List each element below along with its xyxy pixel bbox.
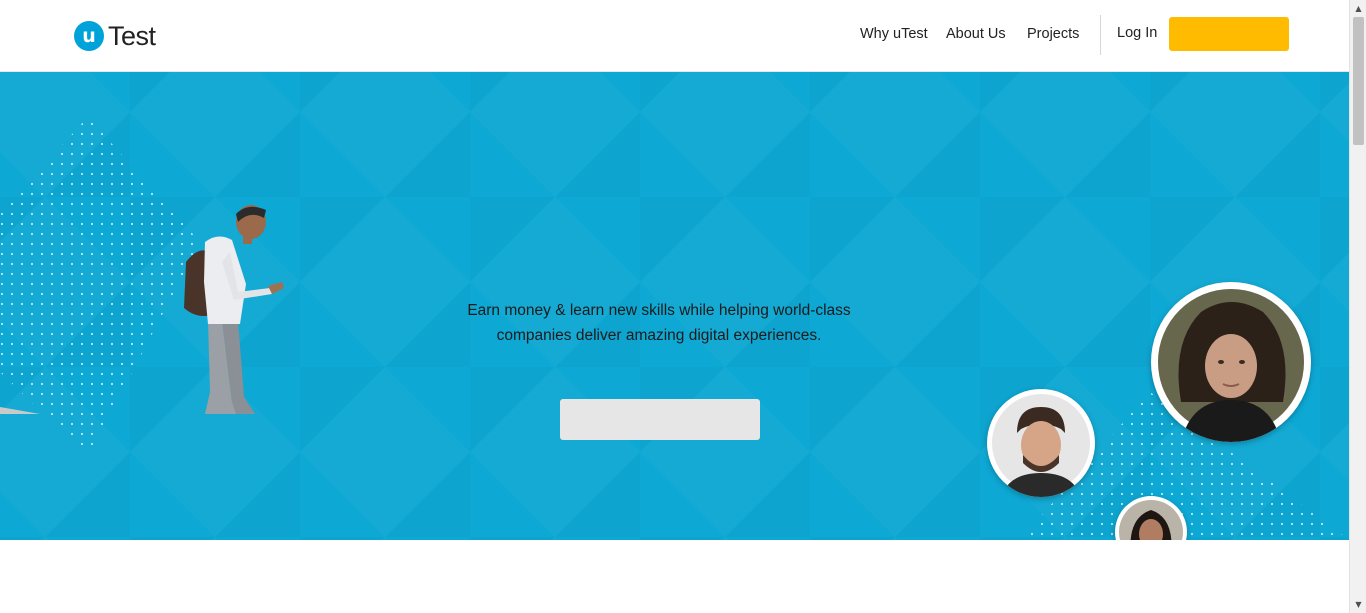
content-section [0,540,1349,613]
utest-logo[interactable]: u Test [74,20,156,52]
scrollbar-thumb[interactable] [1353,17,1364,145]
scroll-down-arrow-icon[interactable]: ▼ [1350,596,1366,613]
hero-tagline-line-2: companies deliver amazing digital experi… [496,327,822,344]
nav-link-about-us[interactable]: About Us [946,26,1006,42]
join-today-button[interactable] [1169,17,1289,51]
nav-link-projects[interactable]: Projects [1027,26,1079,42]
site-header: u Test Why uTest About Us Projects Log I… [0,0,1349,72]
person-walking-illustration [0,205,284,414]
nav-divider [1100,15,1101,55]
hero-section: Earn money & learn new skills while help… [0,72,1349,540]
page: u Test Why uTest About Us Projects Log I… [0,0,1349,613]
login-link[interactable]: Log In [1117,25,1157,41]
hero-tagline: Earn money & learn new skills while help… [409,298,909,348]
logo-mark-icon: u [74,21,104,51]
hero-tagline-line-1: Earn money & learn new skills while help… [467,302,851,319]
nav-link-why-utest[interactable]: Why uTest [860,26,928,42]
tester-avatar-man [987,389,1095,497]
tester-avatar-woman-small [1115,496,1187,540]
hero-cta-button[interactable] [560,399,760,440]
logo-text: Test [108,20,156,51]
scroll-up-arrow-icon[interactable]: ▲ [1350,0,1366,17]
tester-avatar-woman-large [1151,282,1311,442]
page-scrollbar[interactable]: ▲ ▼ [1349,0,1366,613]
